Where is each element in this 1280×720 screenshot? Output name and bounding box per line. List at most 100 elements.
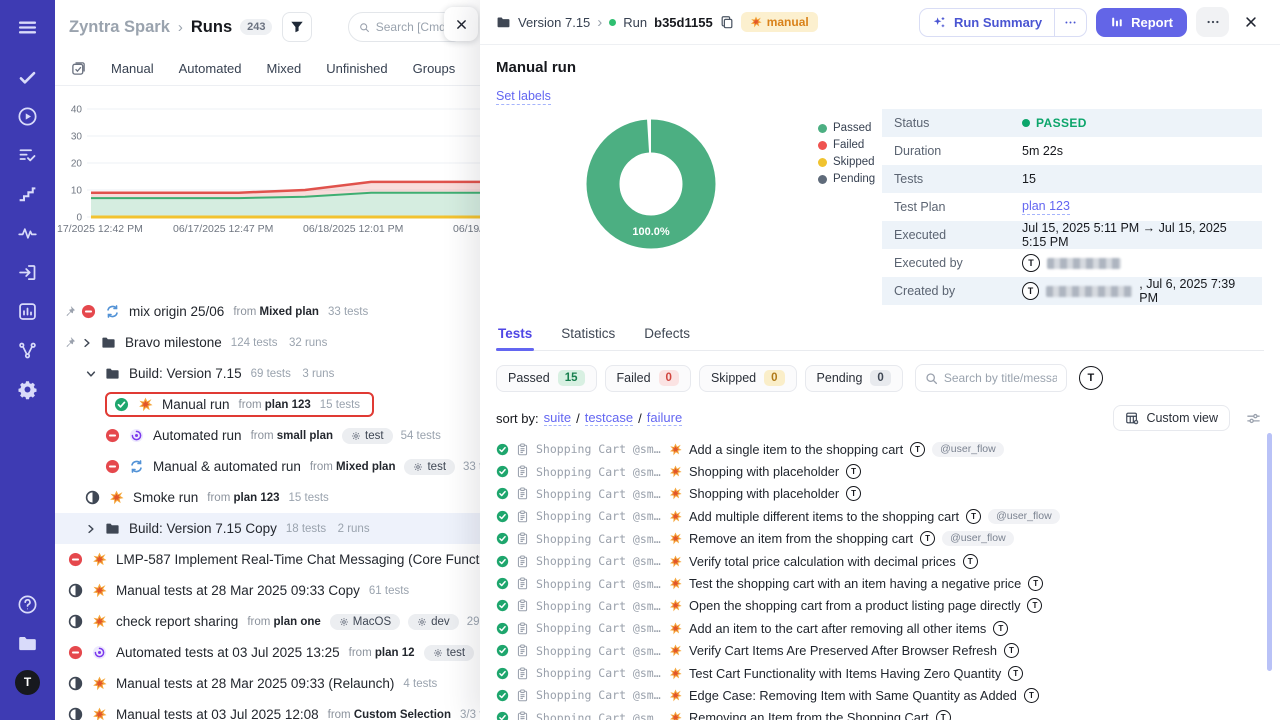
test-row[interactable]: Shopping Cart @sm… Shopping with placeho… — [496, 483, 1264, 505]
user-avatar[interactable]: T — [15, 669, 41, 695]
set-labels-link[interactable]: Set labels — [496, 89, 551, 105]
chevron-down-icon[interactable] — [85, 368, 97, 380]
legend-dot — [818, 175, 827, 184]
test-row[interactable]: Shopping Cart @sm… Edge Case: Removing I… — [496, 684, 1264, 706]
activity-icon[interactable] — [15, 220, 41, 246]
analytics-icon[interactable] — [15, 298, 41, 324]
runs-tab-unfinished[interactable]: Unfinished — [326, 61, 387, 76]
view-settings-button[interactable] — [1242, 407, 1264, 429]
manual-run-badge[interactable]: manual — [741, 12, 818, 32]
test-row[interactable]: Shopping Cart @sm… Removing an Item from… — [496, 707, 1264, 720]
test-row[interactable]: Shopping Cart @sm… Add multiple differen… — [496, 505, 1264, 527]
run-summary-button[interactable]: Run Summary — [920, 9, 1054, 36]
chevron-right-icon[interactable] — [81, 337, 93, 349]
assignee-avatar[interactable]: T — [1079, 366, 1103, 390]
sort-link-testcase[interactable]: testcase — [585, 410, 633, 426]
run-tree-row[interactable]: Manual runfrom plan 12315 tests — [55, 389, 480, 420]
panel-close-button[interactable] — [1238, 9, 1264, 35]
pin-icon — [63, 336, 76, 349]
boom-icon — [669, 689, 682, 702]
test-row[interactable]: Shopping Cart @sm… Verify total price ca… — [496, 550, 1264, 572]
sort-link-suite[interactable]: suite — [544, 410, 571, 426]
run-tree-row[interactable]: Bravo milestone124 tests 32 runs — [55, 327, 480, 358]
test-title: Open the shopping cart from a product li… — [689, 598, 1020, 613]
run-meta: 61 tests — [369, 585, 409, 597]
test-plans-icon[interactable] — [15, 142, 41, 168]
suite-label: Shopping Cart @sm… — [536, 465, 662, 479]
help-icon[interactable] — [15, 591, 41, 617]
test-row[interactable]: Shopping Cart @sm… Test the shopping car… — [496, 572, 1264, 594]
folder-icon — [105, 366, 120, 381]
test-title: Remove an item from the shopping cart — [689, 531, 913, 546]
automated-run-icon — [129, 428, 144, 443]
run-tree-row[interactable]: Manual tests at 03 Jul 2025 12:08from Cu… — [55, 699, 480, 720]
run-tree-row[interactable]: Manual tests at 28 Mar 2025 09:33 Copy61… — [55, 575, 480, 606]
chevron-right-icon[interactable] — [85, 523, 97, 535]
run-tree-row[interactable]: Automated runfrom small plantest54 tests — [55, 420, 480, 451]
run-tree-row[interactable]: LMP-587 Implement Real-Time Chat Messagi… — [55, 544, 480, 575]
filter-chip-passed[interactable]: Passed15 — [496, 365, 597, 392]
run-tree-row[interactable]: Automated tests at 03 Jul 2025 13:25from… — [55, 637, 480, 668]
sliders-icon — [1246, 411, 1261, 426]
test-row[interactable]: Shopping Cart @sm… Open the shopping car… — [496, 595, 1264, 617]
tab-tests[interactable]: Tests — [496, 326, 534, 350]
run-summary-more-button[interactable] — [1054, 9, 1086, 36]
breadcrumb-project[interactable]: Zyntra Spark — [69, 18, 170, 37]
imports-icon[interactable] — [15, 259, 41, 285]
legend-label: Passed — [833, 122, 871, 134]
suite-label: Shopping Cart @sm… — [536, 577, 662, 591]
tab-defects[interactable]: Defects — [642, 326, 692, 350]
test-row[interactable]: Shopping Cart @sm… Remove an item from t… — [496, 528, 1264, 550]
copy-run-id-button[interactable] — [720, 15, 734, 29]
tests-search-input[interactable] — [944, 371, 1057, 385]
tab-statistics[interactable]: Statistics — [559, 326, 617, 350]
projects-icon[interactable] — [15, 630, 41, 656]
test-row[interactable]: Shopping Cart @sm… Shopping with placeho… — [496, 460, 1264, 482]
run-tree-row[interactable]: mix origin 25/06from Mixed plan33 tests — [55, 296, 480, 327]
x-tick-label: 06/17/2025 12:47 PM — [173, 223, 273, 235]
settings-icon[interactable] — [15, 376, 41, 402]
filter-chip-skipped[interactable]: Skipped0 — [699, 365, 797, 392]
runs-tab-manual[interactable]: Manual — [111, 61, 154, 76]
ai-sparkle-icon — [932, 15, 947, 30]
tests-icon[interactable] — [15, 64, 41, 90]
run-meta: 29 tests — [467, 616, 480, 628]
run-tree-row[interactable]: Build: Version 7.1569 tests 3 runs — [55, 358, 480, 389]
runs-tab-mixed[interactable]: Mixed — [267, 61, 302, 76]
test-row[interactable]: Shopping Cart @sm… Verify Cart Items Are… — [496, 640, 1264, 662]
assignee-avatar: T — [963, 554, 978, 569]
tests-scrollbar[interactable] — [1267, 433, 1272, 671]
test-row[interactable]: Shopping Cart @sm… Test Cart Functionali… — [496, 662, 1264, 684]
run-tree-row[interactable]: Build: Version 7.15 Copy18 tests 2 runs — [55, 513, 480, 544]
sort-link-failure[interactable]: failure — [647, 410, 682, 426]
filter-button[interactable] — [282, 12, 312, 42]
close-icon — [455, 18, 468, 31]
breadcrumb-version[interactable]: Version 7.15 — [518, 15, 590, 30]
menu-icon[interactable] — [15, 14, 41, 40]
select-runs-icon[interactable] — [71, 61, 86, 76]
test-row[interactable]: Shopping Cart @sm… Add a single item to … — [496, 438, 1264, 460]
drawer-close-button[interactable] — [444, 7, 478, 41]
filter-chip-pending[interactable]: Pending0 — [805, 365, 903, 392]
run-tree-row[interactable]: Smoke runfrom plan 12315 tests — [55, 482, 480, 513]
test-plan-link[interactable]: plan 123 — [1022, 199, 1070, 215]
highlighted-run-box: Manual runfrom plan 12315 tests — [105, 392, 374, 417]
custom-view-button[interactable]: Custom view — [1113, 405, 1230, 431]
runs-icon[interactable] — [15, 103, 41, 129]
boom-icon — [669, 532, 682, 545]
tests-search[interactable] — [915, 364, 1067, 392]
run-tree-row[interactable]: check report sharingfrom plan oneMacOSde… — [55, 606, 480, 637]
runs-tab-automated[interactable]: Automated — [179, 61, 242, 76]
report-button[interactable]: Report — [1096, 8, 1187, 37]
assignee-avatar: T — [910, 442, 925, 457]
run-breadcrumb: Version 7.15 › Run b35d1155 manual — [496, 12, 818, 32]
run-tree-row[interactable]: Manual & automated runfrom Mixed plantes… — [55, 451, 480, 482]
test-row[interactable]: Shopping Cart @sm… Add an item to the ca… — [496, 617, 1264, 639]
more-actions-button[interactable] — [1196, 7, 1229, 37]
integrations-icon[interactable] — [15, 337, 41, 363]
runs-tab-groups[interactable]: Groups — [413, 61, 456, 76]
run-tree-row[interactable]: Manual tests at 28 Mar 2025 09:33 (Relau… — [55, 668, 480, 699]
milestones-icon[interactable] — [15, 181, 41, 207]
filter-chip-failed[interactable]: Failed0 — [605, 365, 691, 392]
info-label: Tests — [894, 172, 1022, 186]
